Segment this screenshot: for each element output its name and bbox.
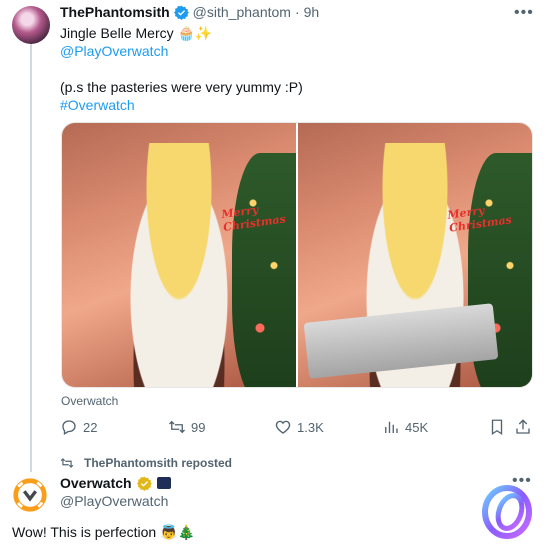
overwatch-logo-icon xyxy=(13,478,47,512)
gold-verified-badge-icon xyxy=(136,476,152,491)
like-button[interactable]: 1.3K xyxy=(274,418,324,436)
handle[interactable]: @sith_phantom xyxy=(193,4,291,20)
repost-icon xyxy=(169,420,185,434)
brand-logo-icon xyxy=(481,485,533,539)
quoted-header: Overwatch xyxy=(60,475,171,491)
views-button[interactable]: 45K xyxy=(382,418,428,436)
like-count: 1.3K xyxy=(297,419,324,435)
share-icon xyxy=(516,419,530,434)
repost-button[interactable]: 99 xyxy=(168,418,205,436)
cosplayer xyxy=(119,143,239,387)
hashtag-link[interactable]: #Overwatch xyxy=(60,96,135,115)
quoted-display-name[interactable]: Overwatch xyxy=(60,475,132,491)
views-count: 45K xyxy=(405,419,429,435)
tweet-text-line3: (p.s the pasteries were very yummy :P) xyxy=(60,79,303,95)
more-options-button[interactable]: ••• xyxy=(514,4,534,22)
christmas-tree xyxy=(232,153,296,387)
mention-link[interactable]: @PlayOverwatch xyxy=(60,42,168,61)
timestamp[interactable]: 9h xyxy=(304,4,320,20)
repost-icon xyxy=(60,458,74,468)
quoted-handle[interactable]: @PlayOverwatch xyxy=(60,493,168,509)
repost-notice-text: ThePhantomsith reposted xyxy=(84,456,233,470)
thread-line xyxy=(30,40,32,472)
media-gallery[interactable]: Merry Christmas Merry Christmas xyxy=(61,122,533,388)
reply-icon xyxy=(62,420,76,435)
separator: · xyxy=(294,4,300,20)
media-photo-left[interactable]: Merry Christmas xyxy=(62,123,296,387)
quoted-body-text: Wow! This is perfection 👼🎄 xyxy=(12,524,195,540)
source-label[interactable]: Overwatch xyxy=(61,394,118,408)
overwatch-avatar[interactable] xyxy=(10,475,50,515)
bookmark-icon xyxy=(491,419,503,436)
repost-notice[interactable]: ThePhantomsith reposted xyxy=(60,456,232,470)
reply-button[interactable]: 22 xyxy=(60,418,97,436)
verified-badge-icon xyxy=(173,5,189,20)
heart-icon xyxy=(275,420,291,434)
display-name[interactable]: ThePhantomsith xyxy=(60,4,170,20)
affiliate-badge-icon xyxy=(156,477,171,489)
media-photo-right[interactable]: Merry Christmas xyxy=(298,123,532,387)
tweet-text-line1: Jingle Belle Mercy 🧁✨ xyxy=(60,25,213,41)
bookmark-button[interactable] xyxy=(488,418,506,436)
views-chart-icon xyxy=(385,421,398,433)
share-button[interactable] xyxy=(514,418,532,436)
tweet-header: ThePhantomsith @sith_phantom · 9h xyxy=(60,4,319,20)
avatar[interactable] xyxy=(12,6,50,44)
action-bar: 22 99 1.3K 45K xyxy=(60,418,532,440)
repost-count: 99 xyxy=(191,419,206,435)
reply-count: 22 xyxy=(83,419,98,435)
